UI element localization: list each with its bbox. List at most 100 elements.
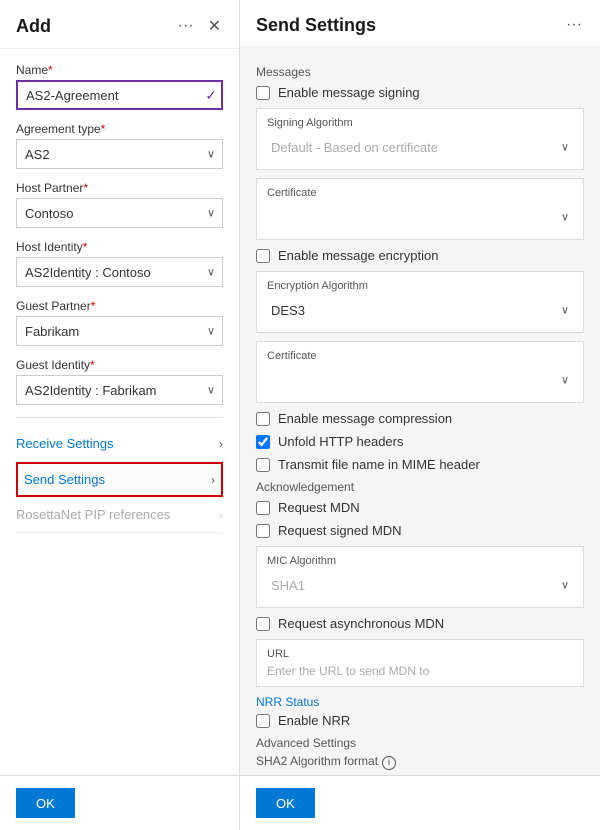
- encryption-algorithm-select-wrapper: DES3 ∨: [267, 296, 573, 324]
- guest-identity-select[interactable]: AS2Identity : Fabrikam: [16, 375, 223, 405]
- signing-algorithm-section: Signing Algorithm Default - Based on cer…: [256, 108, 584, 170]
- agreement-type-select[interactable]: AS2: [16, 139, 223, 169]
- encryption-checkbox-row: Enable message encryption: [256, 248, 584, 263]
- left-footer: OK: [0, 775, 239, 830]
- label-host-identity: Host Identity*: [16, 240, 223, 254]
- field-group-host-identity: Host Identity* AS2Identity : Contoso ∨: [16, 240, 223, 287]
- input-wrapper-name: ✓: [16, 80, 223, 110]
- acknowledgement-section-label: Acknowledgement: [256, 480, 584, 494]
- enable-nrr-label: Enable NRR: [278, 713, 350, 728]
- divider: [16, 417, 223, 418]
- right-panel: Send Settings ··· Messages Enable messag…: [240, 0, 600, 830]
- request-signed-mdn-label: Request signed MDN: [278, 523, 402, 538]
- label-guest-identity: Guest Identity*: [16, 358, 223, 372]
- label-name: Name*: [16, 63, 223, 77]
- left-header: Add ··· ✕: [0, 0, 239, 49]
- left-header-icons: ··· ✕: [176, 14, 223, 38]
- name-input[interactable]: [16, 80, 223, 110]
- signing-certificate-select[interactable]: [267, 203, 573, 231]
- left-close-button[interactable]: ✕: [206, 14, 223, 38]
- signing-certificate-section: Certificate ∨: [256, 178, 584, 240]
- enable-encryption-checkbox[interactable]: [256, 249, 270, 263]
- chevron-right-icon: ›: [219, 508, 223, 522]
- encryption-algorithm-select[interactable]: DES3: [267, 296, 573, 324]
- enable-nrr-checkbox-row: Enable NRR: [256, 713, 584, 728]
- label-agreement-type: Agreement type*: [16, 122, 223, 136]
- encryption-algorithm-section: Encryption Algorithm DES3 ∨: [256, 271, 584, 333]
- transmit-filename-label: Transmit file name in MIME header: [278, 457, 480, 472]
- advanced-settings-label: Advanced Settings: [256, 736, 584, 750]
- encryption-certificate-section: Certificate ∨: [256, 341, 584, 403]
- nav-item-send-settings[interactable]: Send Settings ›: [16, 462, 223, 497]
- select-wrapper-host-partner: Contoso ∨: [16, 198, 223, 228]
- nrr-status-label: NRR Status: [256, 695, 584, 709]
- nav-item-rosettanet: RosettaNet PIP references ›: [16, 497, 223, 533]
- field-group-agreement-type: Agreement type* AS2 ∨: [16, 122, 223, 169]
- compression-checkbox-row: Enable message compression: [256, 411, 584, 426]
- mic-algorithm-label: MIC Algorithm: [267, 555, 573, 567]
- enable-nrr-checkbox[interactable]: [256, 714, 270, 728]
- sha2-format-row: SHA2 Algorithm format i: [256, 754, 584, 772]
- left-panel: Add ··· ✕ Name* ✓ Agreement type* AS2: [0, 0, 240, 830]
- messages-section-label: Messages: [256, 65, 584, 79]
- signing-checkbox-row: Enable message signing: [256, 85, 584, 100]
- transmit-filename-checkbox[interactable]: [256, 458, 270, 472]
- right-body: Messages Enable message signing Signing …: [240, 47, 600, 775]
- request-mdn-checkbox-row: Request MDN: [256, 500, 584, 515]
- left-ok-button[interactable]: OK: [16, 788, 75, 818]
- request-signed-mdn-checkbox[interactable]: [256, 524, 270, 538]
- encryption-certificate-select-wrapper: ∨: [267, 366, 573, 394]
- request-async-mdn-label: Request asynchronous MDN: [278, 616, 444, 631]
- chevron-right-icon: ›: [219, 437, 223, 451]
- field-group-host-partner: Host Partner* Contoso ∨: [16, 181, 223, 228]
- nav-label-send-settings: Send Settings: [24, 472, 105, 487]
- enable-compression-checkbox[interactable]: [256, 412, 270, 426]
- signing-algorithm-select-wrapper: Default - Based on certificate ∨: [267, 133, 573, 161]
- mic-algorithm-select[interactable]: SHA1: [267, 571, 573, 599]
- request-mdn-label: Request MDN: [278, 500, 360, 515]
- right-footer: OK: [240, 775, 600, 830]
- right-ok-button[interactable]: OK: [256, 788, 315, 818]
- chevron-right-icon: ›: [211, 473, 215, 487]
- url-placeholder: Enter the URL to send MDN to: [267, 664, 573, 678]
- encryption-algorithm-label: Encryption Algorithm: [267, 280, 573, 292]
- request-mdn-checkbox[interactable]: [256, 501, 270, 515]
- nav-label-rosettanet: RosettaNet PIP references: [16, 507, 170, 522]
- request-async-mdn-checkbox-row: Request asynchronous MDN: [256, 616, 584, 631]
- unfold-http-checkbox[interactable]: [256, 435, 270, 449]
- field-group-name: Name* ✓: [16, 63, 223, 110]
- enable-signing-checkbox[interactable]: [256, 86, 270, 100]
- right-more-button[interactable]: ···: [564, 14, 584, 36]
- url-label: URL: [267, 648, 573, 660]
- info-icon[interactable]: i: [382, 756, 396, 770]
- left-more-button[interactable]: ···: [176, 15, 196, 37]
- transmit-filename-checkbox-row: Transmit file name in MIME header: [256, 457, 584, 472]
- left-form-body: Name* ✓ Agreement type* AS2 ∨ Host Partn…: [0, 49, 239, 775]
- select-wrapper-host-identity: AS2Identity : Contoso ∨: [16, 257, 223, 287]
- select-wrapper-guest-identity: AS2Identity : Fabrikam ∨: [16, 375, 223, 405]
- right-panel-title: Send Settings: [256, 15, 376, 36]
- label-host-partner: Host Partner*: [16, 181, 223, 195]
- field-group-guest-identity: Guest Identity* AS2Identity : Fabrikam ∨: [16, 358, 223, 405]
- nav-item-receive-settings[interactable]: Receive Settings ›: [16, 426, 223, 462]
- select-wrapper-agreement-type: AS2 ∨: [16, 139, 223, 169]
- mic-algorithm-select-wrapper: SHA1 ∨: [267, 571, 573, 599]
- enable-encryption-label: Enable message encryption: [278, 248, 438, 263]
- encryption-certificate-select[interactable]: [267, 366, 573, 394]
- host-identity-select[interactable]: AS2Identity : Contoso: [16, 257, 223, 287]
- request-async-mdn-checkbox[interactable]: [256, 617, 270, 631]
- enable-compression-label: Enable message compression: [278, 411, 452, 426]
- host-partner-select[interactable]: Contoso: [16, 198, 223, 228]
- request-signed-mdn-checkbox-row: Request signed MDN: [256, 523, 584, 538]
- guest-partner-select[interactable]: Fabrikam: [16, 316, 223, 346]
- label-guest-partner: Guest Partner*: [16, 299, 223, 313]
- mic-algorithm-section: MIC Algorithm SHA1 ∨: [256, 546, 584, 608]
- signing-certificate-label: Certificate: [267, 187, 573, 199]
- signing-algorithm-select[interactable]: Default - Based on certificate: [267, 133, 573, 161]
- enable-signing-label: Enable message signing: [278, 85, 420, 100]
- url-section: URL Enter the URL to send MDN to: [256, 639, 584, 687]
- unfold-http-label: Unfold HTTP headers: [278, 434, 404, 449]
- sha2-format-label: SHA2 Algorithm format: [256, 754, 378, 768]
- check-icon: ✓: [205, 87, 217, 104]
- left-panel-title: Add: [16, 16, 51, 37]
